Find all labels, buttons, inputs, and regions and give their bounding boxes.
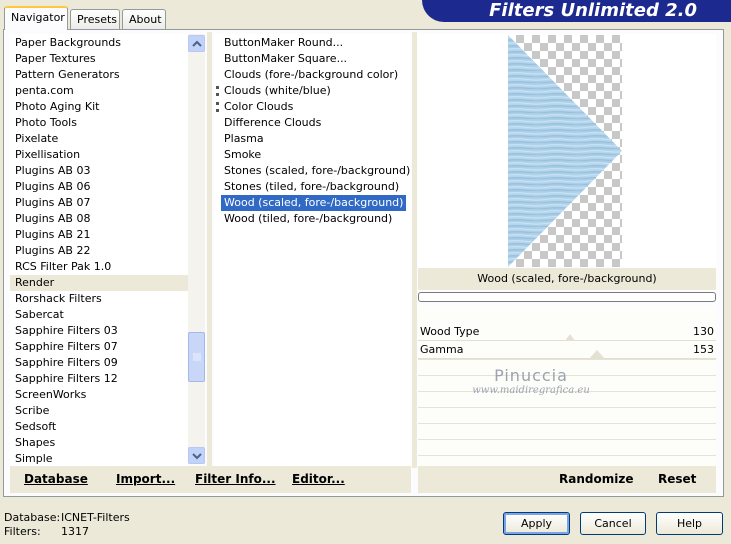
category-item[interactable]: Plugins AB 08 — [10, 211, 188, 227]
category-list[interactable]: Paper Backgrounds Paper Textures Pattern G… — [10, 34, 188, 466]
category-item[interactable]: RCS Filter Pak 1.0 — [10, 259, 188, 275]
filter-item[interactable]: Color Clouds — [214, 99, 411, 115]
filter-item[interactable]: Stones (tiled, fore-/background) — [214, 179, 411, 195]
apply-button[interactable]: Apply — [503, 512, 570, 535]
category-item[interactable]: Shapes — [10, 435, 188, 451]
category-item[interactable]: penta.com — [10, 83, 188, 99]
category-item[interactable]: Plugins AB 03 — [10, 163, 188, 179]
category-item[interactable]: Sabercat — [10, 307, 188, 323]
category-item[interactable]: Scribe — [10, 403, 188, 419]
filter-info-button[interactable]: Filter Info... — [195, 472, 276, 488]
filters-count-label: Filters: — [4, 525, 41, 538]
chevron-down-icon — [192, 453, 202, 460]
category-scrollbar[interactable] — [188, 34, 205, 464]
category-item[interactable]: Pixellisation — [10, 147, 188, 163]
chevron-up-icon — [192, 40, 202, 47]
preview-filter-name: Wood (scaled, fore-/background) — [418, 268, 716, 290]
database-label: Database: — [4, 511, 61, 524]
parameter-row-wood-type[interactable]: Wood Type 130 — [418, 323, 716, 341]
category-item[interactable]: Plugins AB 06 — [10, 179, 188, 195]
category-item[interactable]: Pixelate — [10, 131, 188, 147]
preview-image[interactable] — [508, 35, 622, 267]
grip-icon — [193, 353, 201, 361]
category-item[interactable]: Plugins AB 21 — [10, 227, 188, 243]
filter-list[interactable]: ButtonMaker Round... ButtonMaker Square..… — [214, 34, 411, 466]
category-item[interactable]: Simple — [10, 451, 188, 466]
parameter-value[interactable]: 153 — [693, 343, 714, 356]
reset-button[interactable]: Reset — [658, 472, 696, 488]
database-value: ICNET-Filters — [61, 511, 130, 524]
filter-item[interactable]: Clouds (fore-/background color) — [214, 67, 411, 83]
category-item[interactable]: Photo Aging Kit — [10, 99, 188, 115]
category-item[interactable]: Sapphire Filters 03 — [10, 323, 188, 339]
parameter-value[interactable]: 130 — [693, 325, 714, 338]
filter-item[interactable]: Difference Clouds — [214, 115, 411, 131]
filter-item[interactable]: Clouds (white/blue) — [214, 83, 411, 99]
watermark: Pinuccia www.maidiregrafica.eu — [466, 366, 596, 396]
category-item[interactable]: Pattern Generators — [10, 67, 188, 83]
filter-item[interactable]: Smoke — [214, 147, 411, 163]
parameter-label: Wood Type — [420, 325, 480, 338]
cancel-button[interactable]: Cancel — [580, 512, 646, 535]
import-button[interactable]: Import... — [116, 472, 175, 488]
parameter-row-gamma[interactable]: Gamma 153 — [418, 341, 716, 359]
progress-bar — [418, 292, 716, 302]
category-item[interactable]: Photo Tools — [10, 115, 188, 131]
category-item[interactable]: Rorshack Filters — [10, 291, 188, 307]
filter-item[interactable]: ButtonMaker Square... — [214, 51, 411, 67]
filter-item[interactable]: Plasma — [214, 131, 411, 147]
splitter-left[interactable] — [207, 32, 212, 468]
watermark-url: www.maidiregrafica.eu — [472, 385, 590, 396]
drag-handle-icon — [216, 102, 219, 112]
category-item[interactable]: ScreenWorks — [10, 387, 188, 403]
database-button[interactable]: Database — [24, 472, 88, 488]
filter-item[interactable]: ButtonMaker Round... — [214, 35, 411, 51]
category-item[interactable]: Plugins AB 22 — [10, 243, 188, 259]
category-item[interactable]: Sapphire Filters 09 — [10, 355, 188, 371]
watermark-name: Pinuccia — [494, 366, 568, 385]
category-item[interactable]: Plugins AB 07 — [10, 195, 188, 211]
editor-button[interactable]: Editor... — [292, 472, 345, 488]
category-item[interactable]: Paper Textures — [10, 51, 188, 67]
scroll-down-button[interactable] — [188, 447, 205, 464]
parameter-label: Gamma — [420, 343, 464, 356]
category-item[interactable]: Render — [10, 275, 188, 291]
category-item[interactable]: Sapphire Filters 07 — [10, 339, 188, 355]
randomize-button[interactable]: Randomize — [559, 472, 633, 488]
category-item[interactable]: Paper Backgrounds — [10, 35, 188, 51]
category-item[interactable]: Sedsoft — [10, 419, 188, 435]
filter-item[interactable]: Wood (tiled, fore-/background) — [214, 211, 411, 227]
filter-item[interactable]: Stones (scaled, fore-/background) — [214, 163, 411, 179]
filter-item[interactable]: Wood (scaled, fore-/background) — [221, 195, 407, 211]
slider-thumb-icon[interactable] — [565, 334, 575, 341]
scroll-up-button[interactable] — [188, 35, 205, 52]
scroll-thumb[interactable] — [188, 332, 205, 382]
drag-handle-icon — [216, 86, 219, 96]
help-button[interactable]: Help — [656, 512, 723, 535]
splitter-right[interactable] — [412, 32, 417, 468]
category-item[interactable]: Sapphire Filters 12 — [10, 371, 188, 387]
slider-thumb-icon[interactable] — [589, 350, 605, 359]
filters-count-value: 1317 — [61, 525, 89, 538]
